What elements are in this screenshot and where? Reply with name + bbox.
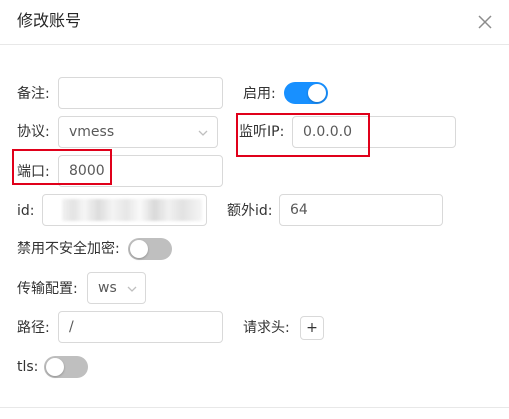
tls-switch[interactable] (44, 356, 88, 378)
footer-divider (0, 407, 509, 408)
protocol-label: 协议: (17, 124, 50, 140)
tls-label: tls: (17, 359, 39, 375)
switch-knob (46, 358, 64, 376)
protocol-select[interactable]: vmess (58, 116, 218, 148)
remark-label: 备注: (17, 86, 50, 102)
transport-select[interactable]: ws (87, 272, 146, 304)
id-label: id: (17, 203, 35, 219)
protocol-select-value: vmess (69, 124, 115, 140)
listen-ip-highlight-box (236, 113, 370, 157)
edit-account-dialog: 修改账号 备注: 启用: 协议: vmess 监听IP: 0.0.0.0 端口:… (0, 0, 509, 419)
insecure-label: 禁用不安全加密: (17, 241, 120, 257)
insecure-switch[interactable] (128, 238, 172, 260)
header-label: 请求头: (243, 320, 290, 336)
transport-select-value: ws (98, 280, 117, 296)
close-icon[interactable] (475, 12, 495, 32)
chevron-down-icon (198, 130, 208, 136)
enable-switch[interactable] (284, 82, 328, 104)
add-header-button[interactable]: + (300, 316, 324, 340)
transport-label: 传输配置: (17, 281, 78, 297)
port-highlight-box (12, 149, 112, 185)
dialog-header: 修改账号 (0, 0, 509, 45)
switch-knob (308, 84, 326, 102)
id-value-redacted (62, 199, 202, 221)
chevron-down-icon (127, 286, 137, 292)
enable-label: 启用: (243, 86, 276, 102)
dialog-title: 修改账号 (17, 11, 82, 30)
path-input[interactable]: / (58, 311, 223, 343)
path-label: 路径: (17, 320, 50, 336)
extra-id-input[interactable]: 64 (279, 194, 443, 226)
remark-input[interactable] (58, 77, 223, 109)
switch-knob (130, 240, 148, 258)
extra-id-label: 额外id: (227, 203, 273, 219)
